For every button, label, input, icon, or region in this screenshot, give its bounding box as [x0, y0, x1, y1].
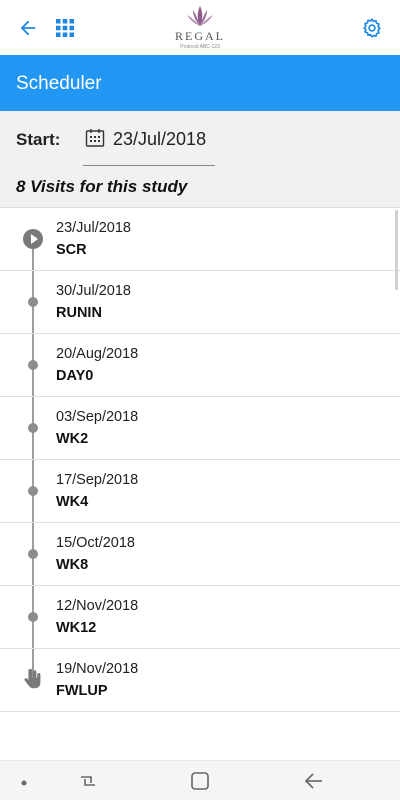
visit-item-runin[interactable]: 30/Jul/2018 RUNIN	[0, 271, 400, 334]
visit-date: 12/Nov/2018	[56, 598, 139, 614]
visit-code: WK4	[56, 494, 89, 510]
regal-logo: REGAL Protocol ABC-123	[160, 4, 240, 54]
page-title: Scheduler	[16, 73, 102, 94]
visit-date: 03/Sep/2018	[56, 409, 139, 425]
visit-item-day0[interactable]: 20/Aug/2018 DAY0	[0, 334, 400, 397]
scroll-indicator[interactable]	[395, 210, 398, 290]
scheduler-title-bar: Scheduler	[0, 55, 400, 111]
top-app-bar: REGAL Protocol ABC-123	[0, 0, 400, 55]
scheduler-app: REGAL Protocol ABC-123 Scheduler Start:	[0, 0, 400, 800]
visit-date: 19/Nov/2018	[56, 661, 139, 677]
hand-icon	[22, 667, 44, 691]
recent-apps-icon[interactable]	[77, 771, 99, 791]
visit-item-wk8[interactable]: 15/Oct/2018 WK8	[0, 523, 400, 586]
visit-date: 30/Jul/2018	[56, 283, 131, 299]
start-date-row: Start: 23/Jul/2018	[0, 111, 400, 168]
visits-count-header: 8 Visits for this study	[0, 168, 400, 208]
visit-item-wk4[interactable]: 17/Sep/2018 WK4	[0, 460, 400, 523]
timeline-dot	[28, 486, 38, 496]
visit-code: DAY0	[56, 368, 94, 384]
visit-code: FWLUP	[56, 683, 108, 699]
timeline-dot	[28, 549, 38, 559]
timeline-dot	[28, 612, 38, 622]
visit-item-fwlup[interactable]: 19/Nov/2018 FWLUP	[0, 649, 400, 712]
timeline-dot	[28, 423, 38, 433]
visit-timeline-list: 23/Jul/2018 SCR 30/Jul/2018 RUNIN 20/Aug…	[0, 208, 400, 712]
timeline-dot	[28, 360, 38, 370]
settings-gear-icon[interactable]	[358, 14, 386, 42]
back-icon[interactable]	[303, 771, 325, 791]
visit-code: WK12	[56, 620, 97, 636]
back-arrow-icon[interactable]	[14, 14, 42, 42]
start-label: Start:	[16, 130, 61, 149]
visit-code: WK2	[56, 431, 89, 447]
visit-date: 23/Jul/2018	[56, 220, 131, 236]
logo-protocol-text: Protocol ABC-123	[180, 44, 220, 50]
play-icon	[23, 229, 43, 249]
visit-item-scr[interactable]: 23/Jul/2018 SCR	[0, 208, 400, 271]
timeline-dot	[28, 297, 38, 307]
home-icon[interactable]	[189, 771, 211, 791]
visit-code: RUNIN	[56, 305, 102, 321]
system-nav-bar	[0, 760, 400, 800]
visit-item-wk2[interactable]: 03/Sep/2018 WK2	[0, 397, 400, 460]
start-date-value: 23/Jul/2018	[113, 129, 207, 149]
logo-brand-text: REGAL	[175, 29, 225, 43]
start-date-field[interactable]: 23/Jul/2018	[83, 126, 215, 166]
visits-count-text: 8 Visits for this study	[16, 177, 188, 196]
calendar-icon	[85, 128, 105, 148]
visit-date: 15/Oct/2018	[56, 535, 135, 551]
apps-grid-icon[interactable]	[51, 14, 79, 42]
visit-code: SCR	[56, 242, 87, 258]
visit-date: 20/Aug/2018	[56, 346, 139, 362]
visit-code: WK8	[56, 557, 89, 573]
visit-date: 17/Sep/2018	[56, 472, 139, 488]
lotus-logo-icon	[187, 6, 213, 26]
visit-item-wk12[interactable]: 12/Nov/2018 WK12	[0, 586, 400, 649]
dot-icon[interactable]	[16, 771, 38, 791]
